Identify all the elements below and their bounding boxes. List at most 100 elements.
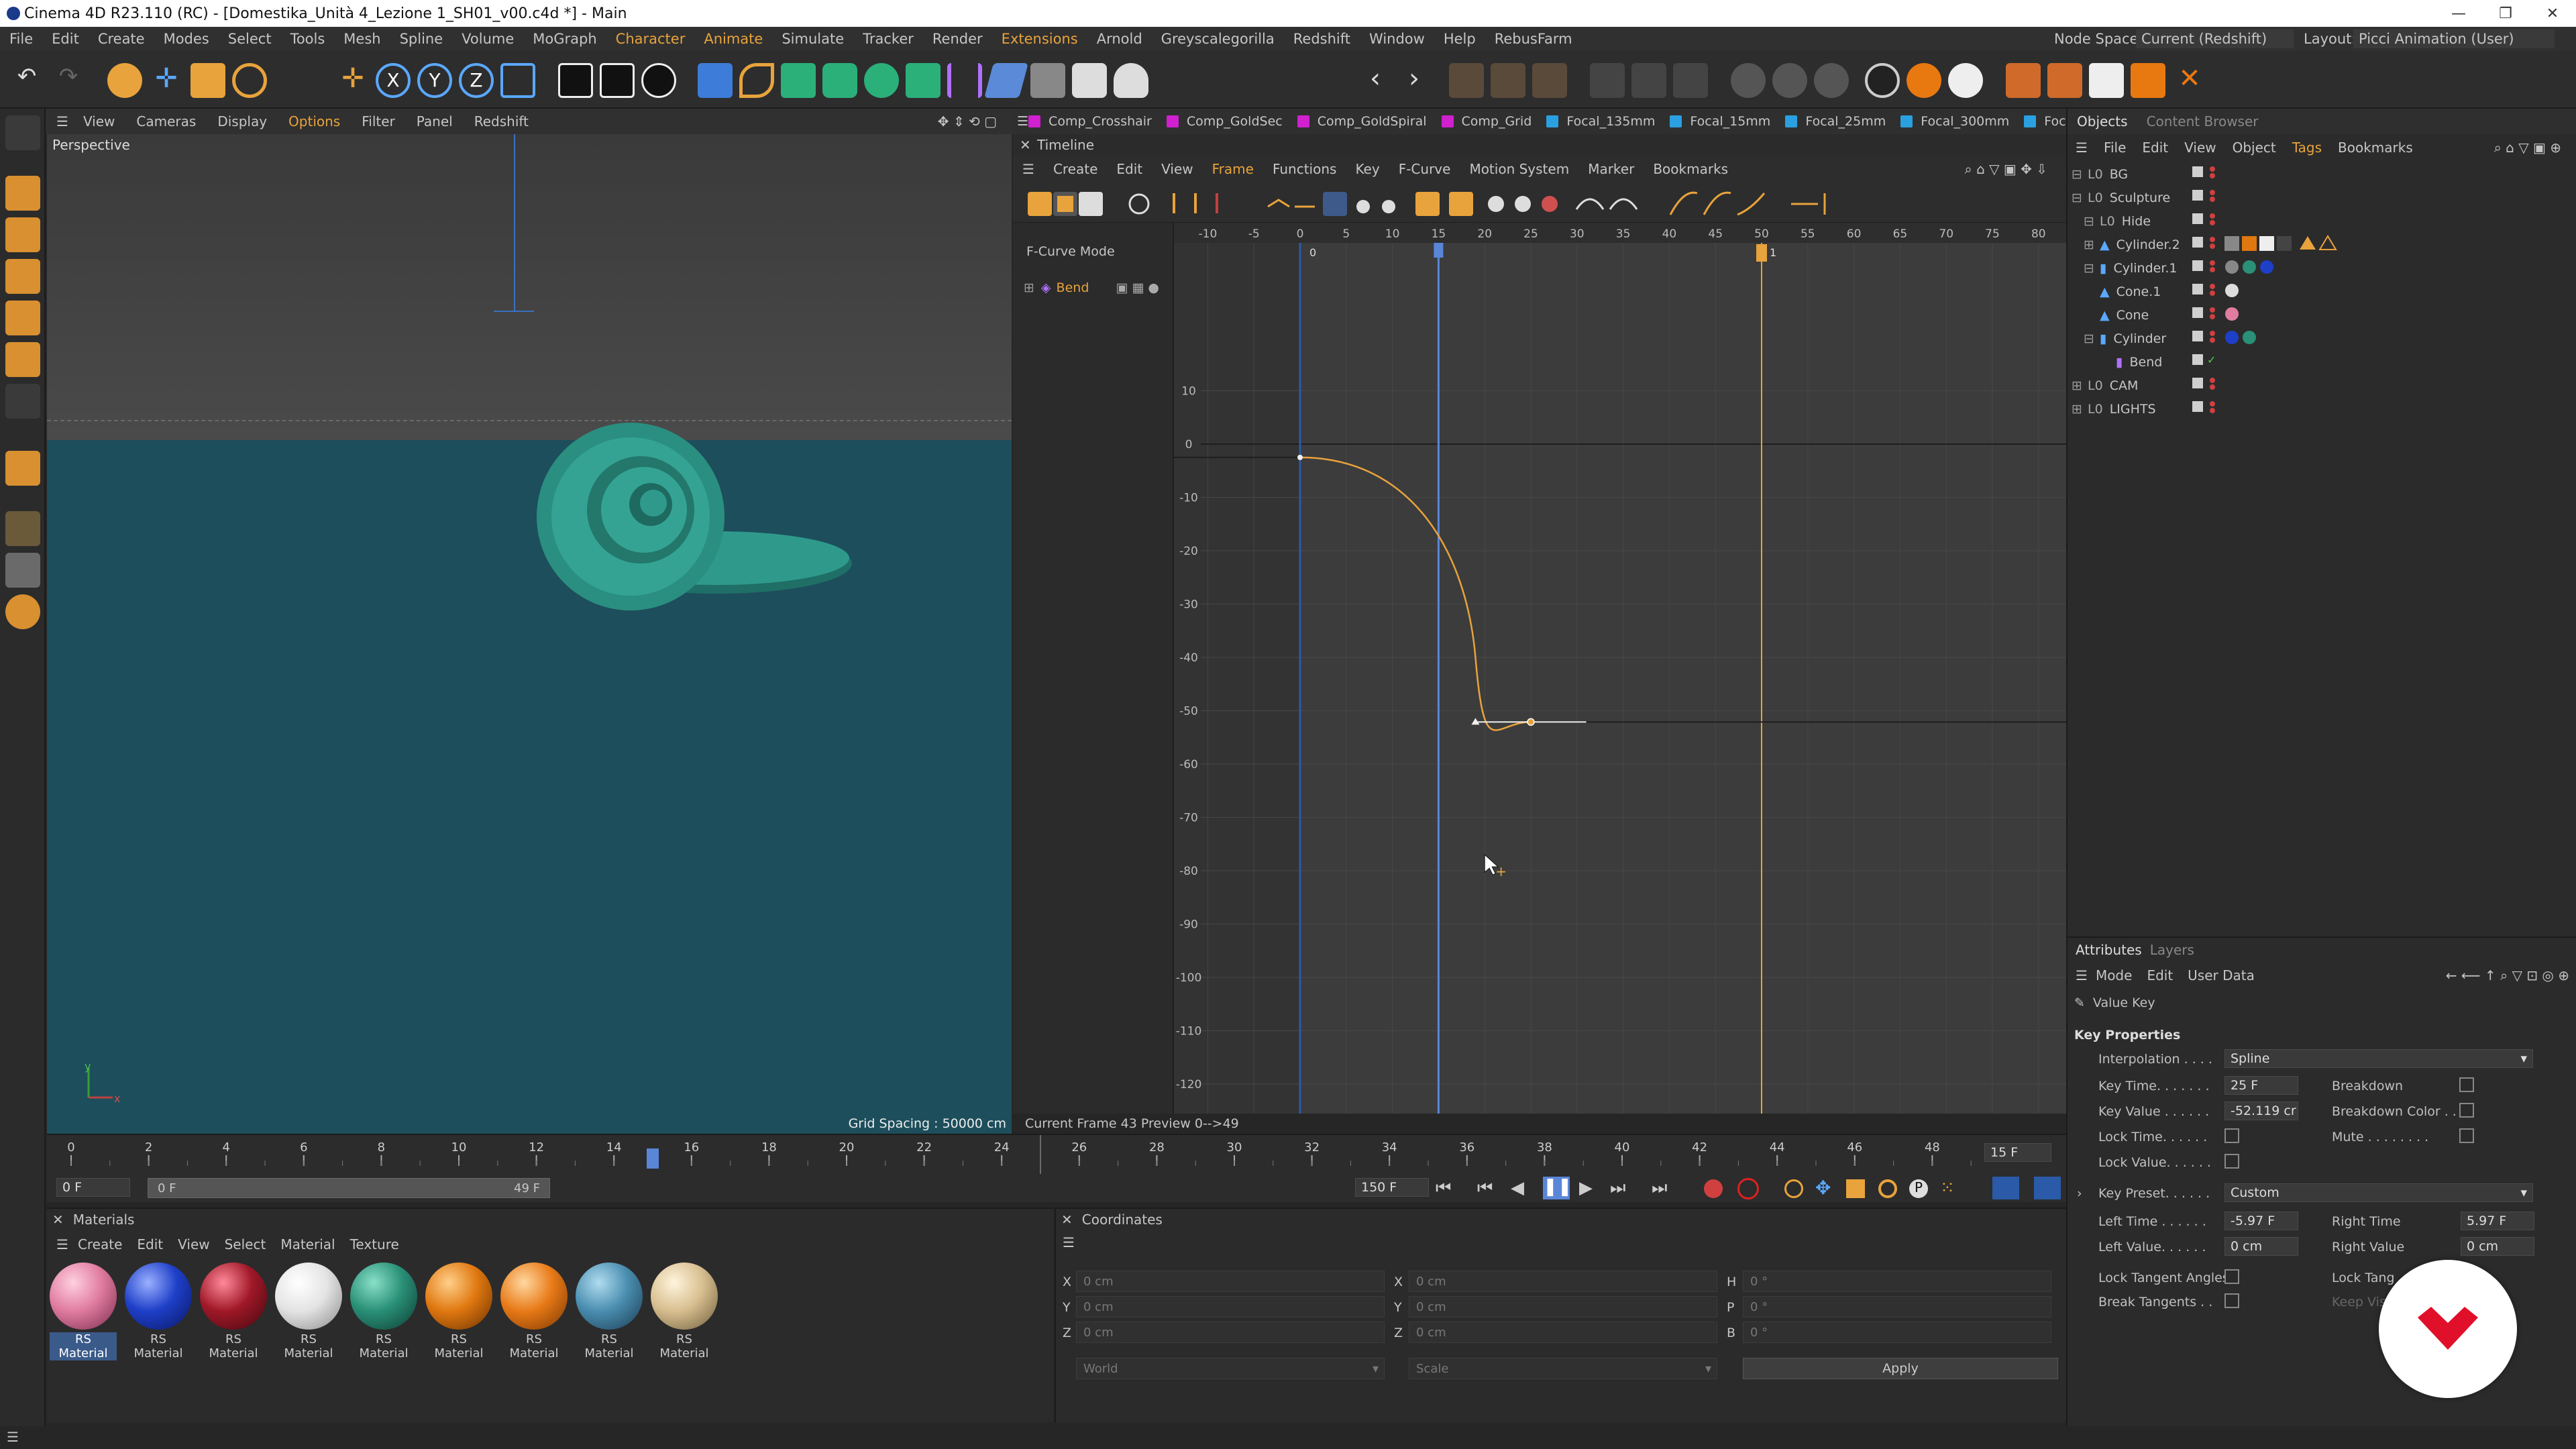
coord-size-z-field[interactable]: 0 cm [1409,1322,1717,1343]
fcurve-svg[interactable]: -10 -5 0 5 10 15 20 25 30 35 40 45 50 55 60 65 70 75 80100… [1174,223,2066,1134]
key-selection-icon[interactable] [1784,1179,1803,1198]
materials-menu-select[interactable]: Select [225,1236,266,1252]
coord-size-y-field[interactable]: 0 cm [1409,1296,1717,1318]
polygons-mode-icon[interactable] [5,342,40,377]
tab-comp-grid[interactable]: Comp_Grid [1441,114,1532,129]
material-swatch[interactable]: RS Material [500,1263,568,1360]
frame-ruler[interactable]: 0 2 4 6 8 10 12 14 16 18 20 22 24 26 28 30 32 34 36 38 40 42 4… [47,1134,2066,1175]
prev-key-icon[interactable]: ⏮ [1477,1178,1493,1199]
material-swatch[interactable]: RS Material [200,1263,267,1360]
transfer-icon[interactable]: ✕ [2172,63,2207,98]
menu-simulate[interactable]: Simulate [782,31,844,47]
extrude-icon[interactable] [822,63,857,98]
menu-redshift[interactable]: Redshift [1293,31,1350,47]
pause-button[interactable]: ❚❚ [1543,1177,1572,1199]
y-axis-lock-icon[interactable]: Y [417,63,452,98]
left-time-field[interactable]: -5.97 F [2224,1212,2298,1230]
expand-icon[interactable]: ⊞ [1024,280,1034,295]
uv-mode-icon[interactable] [5,384,40,419]
object-mode-icon[interactable] [5,176,40,211]
viewport-nav-icons[interactable]: ✥ ⇕ ⟲ ▢ [938,113,997,129]
cloner-icon[interactable] [864,63,899,98]
deformer-icon[interactable] [947,63,982,98]
tab-comp-goldsec[interactable]: Comp_GoldSec [1166,114,1283,129]
track-toggle-icons[interactable]: ▣ ▦ ● [1116,280,1159,295]
coordinate-system-icon[interactable] [500,63,535,98]
tab-focal-15mm[interactable]: Focal_15mm [1670,114,1770,129]
right-value-field[interactable]: 0 cm [2461,1237,2534,1256]
menu-file[interactable]: File [9,31,33,47]
field-icon[interactable] [984,63,1028,98]
key-rotation-icon[interactable] [1878,1179,1897,1198]
previous-icon[interactable]: ‹ [1358,63,1393,98]
light-icon[interactable] [1114,63,1148,98]
apply-button[interactable]: Apply [1743,1358,2058,1379]
key-position-icon[interactable]: ✥ [1815,1177,1831,1199]
snapping-icon[interactable] [5,451,40,486]
pen-spline-icon[interactable] [739,63,774,98]
checker-icon[interactable] [1590,63,1625,98]
tab-attributes[interactable]: Attributes [2076,942,2142,958]
tab-focal-36mm[interactable]: Focal_36m [2024,114,2066,129]
timeline-menu-create[interactable]: Create [1053,161,1097,177]
viewport-menu-panel[interactable]: Panel [417,113,453,129]
material-swatch[interactable]: RS Material [576,1263,643,1360]
attributes-menu-icon[interactable]: ☰ [2076,967,2088,983]
floor-icon[interactable] [1030,63,1065,98]
attributes-nav-icons[interactable]: ← ⟵ ↑ ⌕ ▽ ⊡ ◎ ⊕ [2446,967,2569,983]
render-view-icon[interactable] [558,63,593,98]
tab-content-browser[interactable]: Content Browser [2147,113,2259,129]
tab-objects[interactable]: Objects [2077,113,2128,129]
coord-rot-p-field[interactable]: 0 ° [1743,1296,2051,1318]
key-preset-expand-icon[interactable]: › [2077,1186,2082,1201]
perspective-viewport[interactable]: Perspective y x Grid Spacing : 50000 cm [47,134,1012,1134]
coord-pos-z-field[interactable]: 0 cm [1076,1322,1385,1343]
timeline-menu-edit[interactable]: Edit [1116,161,1142,177]
coord-rot-b-field[interactable]: 0 ° [1743,1322,2051,1343]
objects-menu-tags[interactable]: Tags [2292,140,2322,156]
mograph-icon[interactable] [906,63,941,98]
tab-focal-135mm[interactable]: Focal_135mm [1546,114,1655,129]
preview-range-slider[interactable]: 0 F 49 F [148,1178,550,1198]
tab-focal-25mm[interactable]: Focal_25mm [1785,114,1886,129]
sculpture-object[interactable] [503,416,852,617]
symmetry-icon[interactable] [1673,63,1708,98]
tab-comp-goldspiral[interactable]: Comp_GoldSpiral [1297,114,1427,129]
node-space-dropdown[interactable]: Current (Redshift) [2136,30,2294,48]
snap-icon[interactable] [1491,63,1525,98]
materials-menu-edit[interactable]: Edit [137,1236,163,1252]
move-tool-icon[interactable]: ✛ [149,63,184,98]
render-settings-icon[interactable] [641,63,676,98]
cube-object-icon[interactable] [698,63,733,98]
lock-value-checkbox[interactable] [2224,1154,2239,1169]
workplane-lock-icon[interactable] [5,511,40,546]
objects-menu-edit[interactable]: Edit [2142,140,2168,156]
menu-help[interactable]: Help [1444,31,1476,47]
timeline-search-icons[interactable]: ⌕ ⌂ ▽ ▣ ✥ ⇩ [1965,161,2047,177]
attributes-menu-mode[interactable]: Mode [2096,967,2133,983]
close-window-button[interactable]: ✕ [2529,0,2576,27]
autokey-icon[interactable] [1737,1178,1759,1199]
key-scale-icon[interactable] [1846,1179,1865,1198]
rotate-tool-icon[interactable] [232,63,267,98]
brush-icon[interactable] [1772,63,1807,98]
redshift-s-icon[interactable] [1865,63,1900,98]
goto-start-icon[interactable]: ⏮ [1436,1178,1451,1199]
menu-character[interactable]: Character [616,31,686,47]
viewport-menu-options[interactable]: Options [288,113,340,129]
frame-end-field[interactable]: 15 F [1984,1143,2051,1162]
status-menu-icon[interactable]: ☰ [7,1429,19,1445]
materials-close-icon[interactable]: ✕ [52,1212,64,1228]
objects-menu-icon[interactable]: ☰ [2076,140,2088,156]
next-icon[interactable]: › [1397,63,1432,98]
mute-checkbox[interactable] [2459,1128,2474,1143]
timeline-menu-functions[interactable]: Functions [1273,161,1337,177]
track-row-bend[interactable]: ⊞ ◈ Bend ▣ ▦ ● [1024,280,1159,295]
lock-time-checkbox[interactable] [2224,1128,2239,1143]
menu-render[interactable]: Render [932,31,983,47]
material-swatch[interactable]: RS Material [125,1263,192,1360]
break-tangents-checkbox[interactable] [2224,1293,2239,1308]
record-keys-icon[interactable] [1704,1179,1723,1198]
viewport-menu-filter[interactable]: Filter [362,113,395,129]
timeline-menu-key[interactable]: Key [1355,161,1379,177]
